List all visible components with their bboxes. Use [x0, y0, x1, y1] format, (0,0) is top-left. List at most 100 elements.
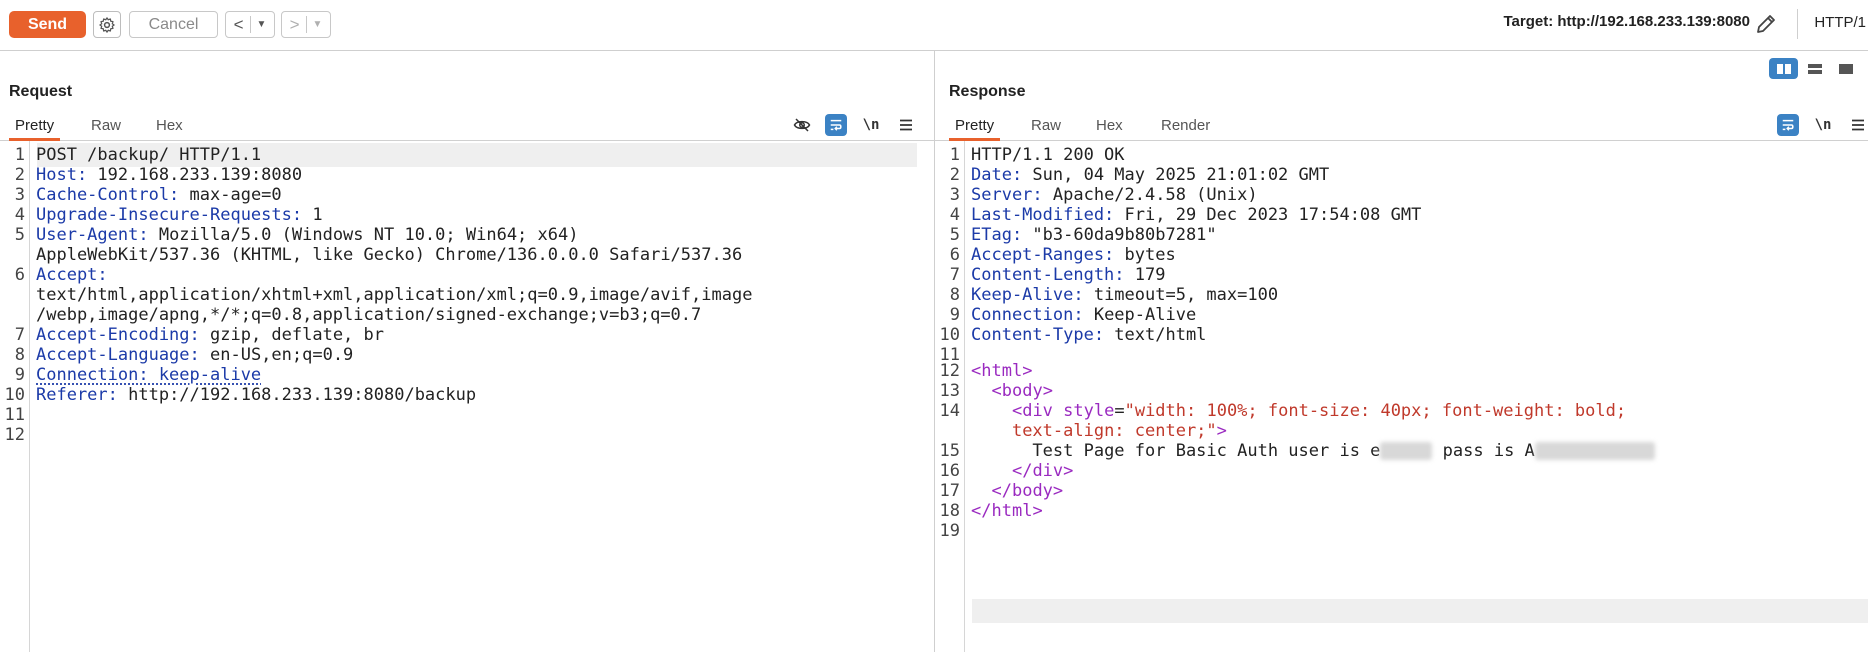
tag-name: body [1011, 481, 1053, 501]
header-name: User-Agent: [36, 225, 149, 245]
tag-open: </ [1011, 461, 1033, 481]
chevron-left-icon: < [233, 14, 244, 34]
header-value: text/html,application/xhtml+xml,applicat… [36, 285, 753, 305]
divider [249, 16, 251, 33]
panel-menu-button[interactable] [1847, 114, 1868, 136]
response-panel: Response Pretty Raw Hex Render \n 1 HTTP/… [935, 50, 1868, 652]
header-value: /webp,image/apng,*/*;q=0.8,application/s… [36, 305, 702, 325]
tag-open: </ [971, 501, 992, 521]
response-editor[interactable]: 1 HTTP/1.1 200 OK 2 Date: Sun, 04 May 2025 … [935, 141, 1868, 652]
tab-render[interactable]: Render [1155, 114, 1216, 138]
send-button[interactable]: Send [9, 11, 86, 38]
response-tabs: Pretty Raw Hex Render \n [935, 112, 1868, 141]
header-value: en-US,en;q=0.9 [199, 345, 354, 365]
tag-close: > [1052, 481, 1064, 501]
attr-eq: = [1114, 401, 1125, 421]
tag-open: < [991, 381, 1002, 401]
edit-target-button[interactable] [1754, 12, 1778, 36]
header-value: AppleWebKit/537.36 (KHTML, like Gecko) C… [36, 245, 743, 265]
panel-menu-button[interactable] [895, 114, 917, 136]
header-name: Cache-Control: [36, 185, 180, 205]
http-version-label[interactable]: HTTP/1 [1814, 14, 1866, 31]
chevron-down-icon[interactable]: ▼ [257, 19, 267, 30]
word-wrap-button[interactable] [825, 114, 847, 136]
header-name: Accept-Language: [36, 345, 200, 365]
tab-pretty[interactable]: Pretty [949, 114, 1001, 141]
header-name: ETag: [971, 225, 1023, 245]
header-name: Connection: [971, 305, 1084, 325]
forward-button[interactable]: > ▼ [281, 11, 331, 38]
header-value: Fri, 29 Dec 2023 17:54:08 GMT [1114, 205, 1422, 225]
tag-close: > [1022, 361, 1033, 381]
tag-name: div [1032, 461, 1064, 481]
word-wrap-icon [1782, 119, 1794, 131]
target-label: Target: http://192.168.233.139:8080 [1503, 13, 1750, 30]
tab-raw[interactable]: Raw [1025, 114, 1067, 138]
tag-close: > [1042, 381, 1053, 401]
header-name: Content-Length: [971, 265, 1125, 285]
chevron-down-icon[interactable]: ▼ [313, 19, 323, 30]
tag-close: > [1032, 501, 1043, 521]
tag-close: > [1063, 461, 1074, 481]
chevron-right-icon: > [289, 14, 300, 34]
tag-open: < [1011, 401, 1023, 421]
tag-name: body [1001, 381, 1043, 401]
tab-raw[interactable]: Raw [85, 114, 127, 138]
hamburger-icon [900, 119, 912, 131]
header-value: bytes [1114, 245, 1176, 265]
header-name: Connection: keep-alive [36, 365, 262, 385]
code-line: 12 [0, 423, 934, 447]
hide-headers-button[interactable] [791, 114, 813, 136]
header-name: Upgrade-Insecure-Requests: [36, 205, 303, 225]
line-number: 19 [939, 521, 960, 541]
gear-icon [99, 16, 115, 33]
body-text: Test Page for Basic Auth user is e [1032, 441, 1381, 461]
tag-name: html [991, 501, 1033, 521]
word-wrap-icon [830, 119, 842, 131]
tab-hex[interactable]: Hex [1090, 114, 1129, 138]
show-newlines-button[interactable]: \n [860, 114, 882, 136]
tab-hex[interactable]: Hex [150, 114, 189, 138]
divider [305, 16, 307, 33]
header-value: 179 [1124, 265, 1166, 285]
tag-open: < [971, 361, 982, 381]
tag-open: </ [991, 481, 1012, 501]
request-panel: Request Pretty Raw Hex \n 1 POST /backup… [0, 50, 935, 652]
code-line: 19 [935, 519, 1868, 543]
tag-name: html [981, 361, 1023, 381]
body-text: pass is A [1432, 441, 1535, 461]
tab-pretty[interactable]: Pretty [9, 114, 61, 141]
header-name: Accept-Ranges: [971, 245, 1115, 265]
tag-name: div [1022, 401, 1053, 421]
header-name: Server: [971, 185, 1043, 205]
attr-value: text-align: center;" [1011, 421, 1217, 441]
header-name: Host: [36, 165, 88, 185]
word-wrap-button[interactable] [1777, 114, 1799, 136]
header-name: Keep-Alive: [971, 285, 1084, 305]
back-button[interactable]: < ▼ [225, 11, 275, 38]
header-name: Last-Modified: [971, 205, 1115, 225]
cancel-button[interactable]: Cancel [129, 11, 218, 38]
pencil-icon [1757, 15, 1775, 33]
request-tabs: Pretty Raw Hex \n [0, 112, 934, 141]
header-value: Keep-Alive [1083, 305, 1197, 325]
redacted-password [1534, 442, 1655, 460]
show-newlines-button[interactable]: \n [1812, 114, 1834, 136]
header-value: gzip, deflate, br [199, 325, 384, 345]
header-value: Apache/2.4.58 (Unix) [1042, 185, 1258, 205]
request-editor[interactable]: 1 POST /backup/ HTTP/1.1 2 Host: 192.168.23… [0, 141, 934, 652]
header-value: "b3-60da9b80b7281" [1022, 225, 1217, 245]
hamburger-icon [1852, 119, 1864, 131]
settings-button[interactable] [93, 11, 121, 38]
header-value: 192.168.233.139:8080 [87, 165, 303, 185]
header-value: text/html [1104, 325, 1207, 345]
attr-name: style [1052, 401, 1115, 421]
eye-off-icon [793, 118, 811, 132]
tag-close: > [1216, 421, 1227, 441]
